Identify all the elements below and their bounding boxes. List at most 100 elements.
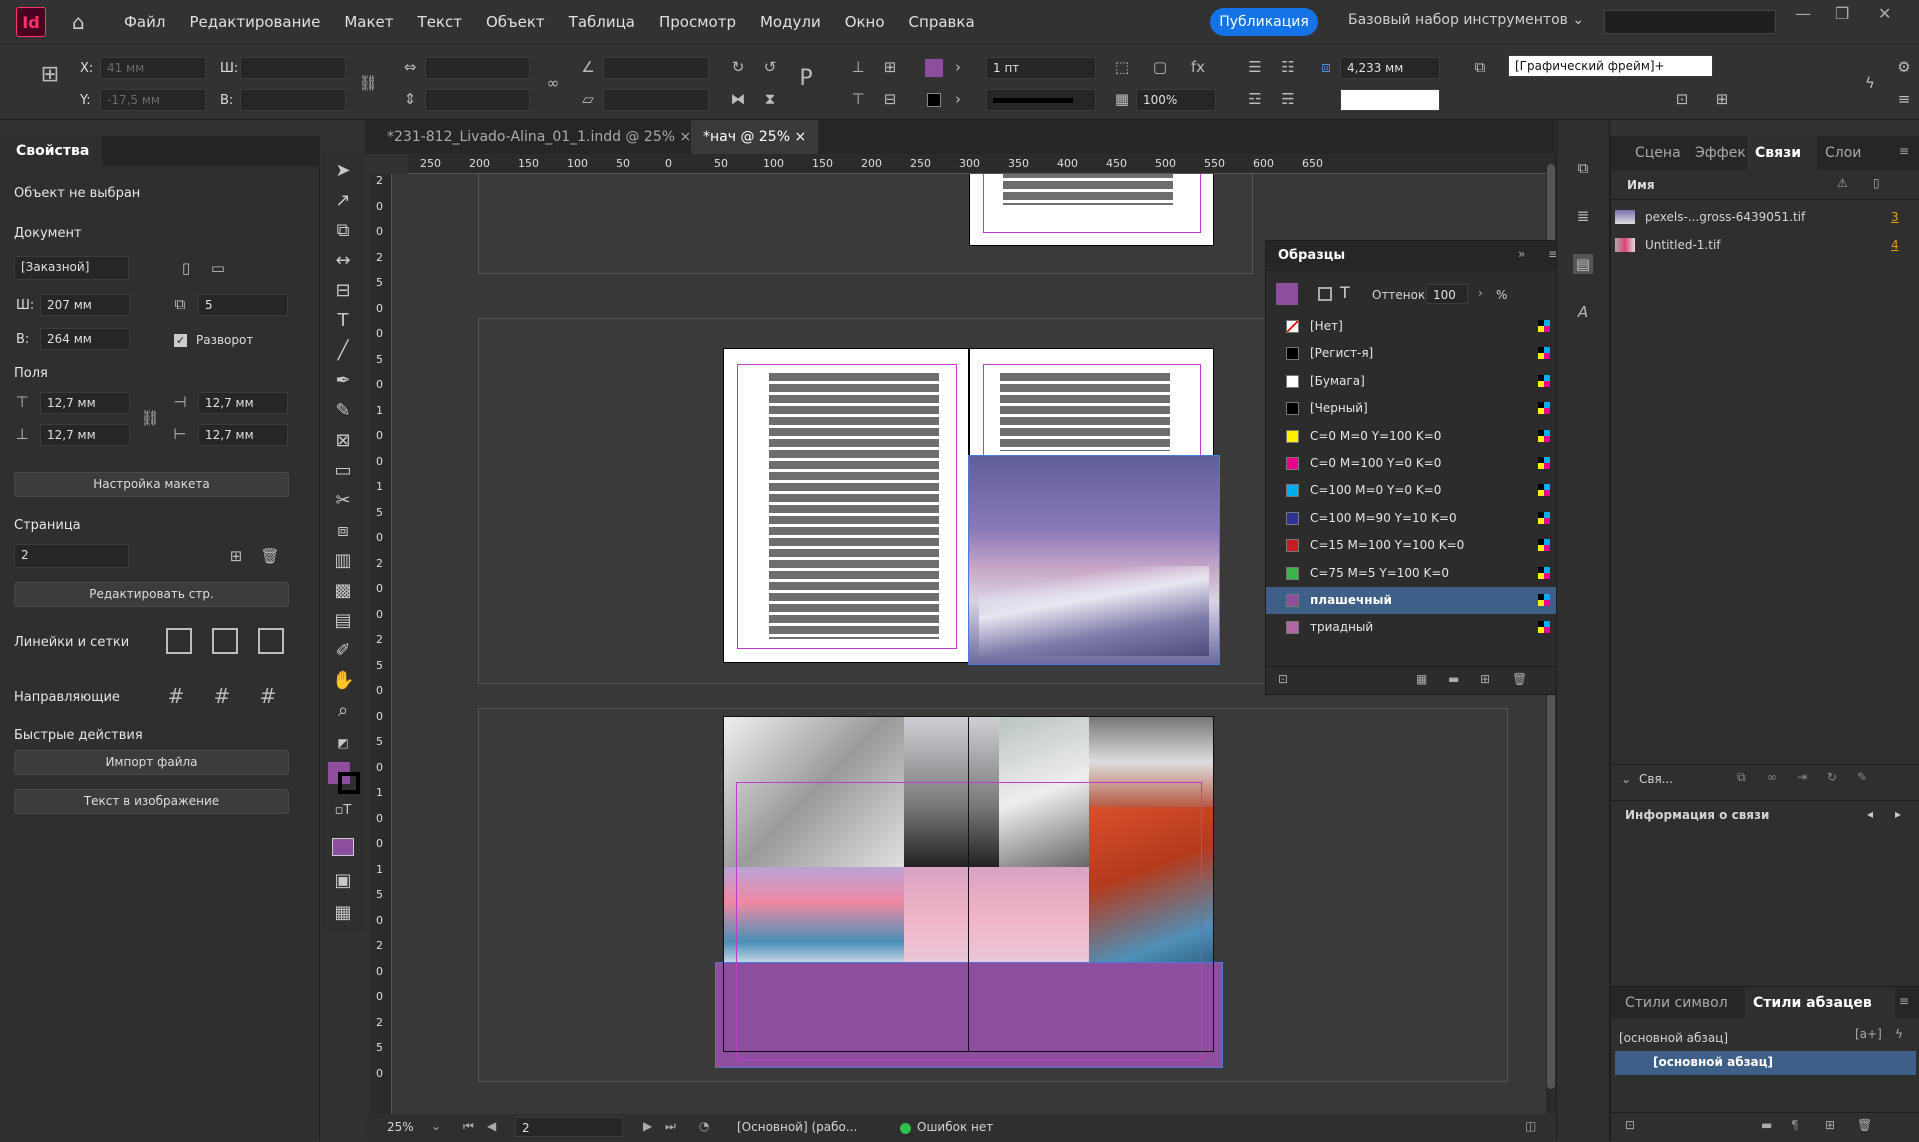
tab-effects[interactable]: Эффек (1695, 136, 1746, 170)
link-info-header[interactable]: Информация о связи ◂ ▸ (1611, 800, 1919, 830)
restore-icon[interactable]: ❐ (1835, 4, 1849, 23)
menu-item-9[interactable]: Справка (909, 13, 975, 31)
link-scale-icon[interactable]: ∞ (543, 73, 563, 93)
text-wrap-box-icon[interactable]: ☷ (1278, 57, 1298, 77)
text-mode-icon[interactable]: T (1340, 283, 1350, 302)
warning-column-icon[interactable]: ⚠ (1837, 176, 1848, 190)
close-icon[interactable]: × (794, 129, 806, 145)
paragraph-style-item[interactable]: [основной абзац] (1615, 1051, 1916, 1075)
horizontal-ruler[interactable]: 250 200 150 100 50 0 50 100 150 200 250 300 350 400 45… (408, 154, 1558, 174)
layers-panel-icon[interactable]: ≣ (1573, 206, 1593, 226)
vertical-ruler[interactable]: 2 0 0 2 5 0 0 5 0 1 0 0 1 5 0 2 0 0 2 5 0 0 5 0 1 0 0 1 5 0 2 0 0 2 5 0 (370, 174, 392, 1114)
pencil-tool-icon[interactable]: ✎ (332, 400, 354, 422)
menu-item-1[interactable]: Редактирование (189, 13, 320, 31)
pages-count-field[interactable]: 5 (198, 294, 288, 316)
container-mode-icon[interactable] (1318, 287, 1332, 301)
menu-item-6[interactable]: Просмотр (659, 13, 736, 31)
flip-v-icon[interactable]: ⧗ (760, 89, 780, 109)
landscape-orientation-icon[interactable]: ▭ (208, 258, 228, 278)
page-3[interactable] (968, 348, 1220, 665)
rulers-icon[interactable] (166, 628, 192, 654)
menu-item-4[interactable]: Объект (486, 13, 545, 31)
text-to-image-button[interactable]: Текст в изображение (14, 789, 289, 814)
preflight-profile[interactable]: [Основной] (рабо... (737, 1120, 857, 1134)
page-1[interactable] (969, 174, 1214, 246)
text-frame[interactable] (769, 373, 939, 639)
color-group-icon[interactable]: ▦ (1416, 672, 1427, 686)
gap-tool-icon[interactable]: ↔ (332, 250, 354, 272)
document-preset-select[interactable]: [Заказной] (14, 256, 129, 280)
screen-mode-icon[interactable]: ▣ (332, 870, 354, 892)
constrain-proportions-icon[interactable]: ⛓ (358, 73, 378, 93)
gradient-feather-tool-icon[interactable]: ▩ (332, 580, 354, 602)
load-styles-icon[interactable]: ⊡ (1625, 1118, 1635, 1132)
gradient-tool-icon[interactable]: ▥ (332, 550, 354, 572)
swatch-item[interactable]: C=100 M=90 Y=10 K=0 (1266, 505, 1564, 532)
prev-link-icon[interactable]: ◂ (1867, 807, 1873, 821)
swatch-item[interactable]: [Черный] (1266, 395, 1564, 422)
link-item[interactable]: pexels-...gross-6439051.tif 3 (1611, 204, 1919, 230)
go-to-link-icon[interactable]: ⇥ (1797, 770, 1807, 784)
link-page[interactable]: 4 (1891, 238, 1899, 252)
page-2[interactable] (723, 348, 969, 663)
links-menu-icon[interactable]: ≡ (1899, 144, 1909, 158)
delete-swatch-icon[interactable]: 🗑 (1512, 672, 1527, 686)
mountain-image-frame[interactable] (968, 455, 1220, 665)
relink-icon[interactable]: ∞ (1767, 770, 1777, 784)
close-icon[interactable]: × (680, 129, 692, 145)
clear-style-overrides-icon[interactable]: ¶ (1791, 1118, 1799, 1132)
tint-field[interactable]: 100 (1426, 284, 1468, 304)
spread-checkbox[interactable]: ✓ (174, 334, 187, 347)
margin-bottom-field[interactable]: 12,7 мм (40, 424, 130, 446)
delete-page-icon[interactable]: 🗑 (260, 546, 280, 566)
swatch-item[interactable]: C=15 M=100 Y=100 K=0 (1266, 532, 1564, 559)
link-item[interactable]: Untitled-1.tif 4 (1611, 232, 1919, 258)
stroke-swatch[interactable] (927, 93, 941, 107)
stroke-weight-field[interactable]: 1 пт (986, 57, 1096, 79)
stroke-menu-chevron-icon[interactable]: › (948, 89, 968, 109)
control-menu-icon[interactable]: ≡ (1894, 89, 1914, 109)
scale-y-icon[interactable]: ⇕ (400, 89, 420, 109)
rotate-cw-icon[interactable]: ↻ (728, 57, 748, 77)
rotate-icon[interactable]: ∠ (578, 57, 598, 77)
indesign-logo[interactable]: Id (16, 7, 46, 37)
update-link-icon[interactable]: ↻ (1827, 770, 1837, 784)
tab-character-styles[interactable]: Стили символ (1625, 987, 1728, 1019)
last-page-icon[interactable]: ⏭ (665, 1119, 676, 1134)
style-folder-icon[interactable]: ▬ (1761, 1118, 1772, 1132)
flip-h-icon[interactable]: ⧓ (728, 89, 748, 109)
shear-field[interactable] (603, 89, 709, 111)
document-grid-icon[interactable] (258, 628, 284, 654)
styles-menu-icon[interactable]: ≡ (1899, 994, 1909, 1008)
new-swatch-icon[interactable]: ⊞ (1480, 672, 1490, 686)
swatch-item[interactable]: C=75 M=5 Y=100 K=0 (1266, 560, 1564, 587)
type-tool-icon[interactable]: T (332, 310, 354, 332)
content-collector-icon[interactable]: ⊟ (332, 280, 354, 302)
text-wrap-icon[interactable]: ☰ (1245, 57, 1265, 77)
object-style-select[interactable]: [Графический фрейм]+ (1508, 55, 1713, 77)
publish-button[interactable]: Публикация (1210, 8, 1318, 36)
pen-tool-icon[interactable]: ✒ (332, 370, 354, 392)
split-view-icon[interactable]: ◫ (1525, 1119, 1536, 1133)
page-column-icon[interactable]: ▯ (1873, 176, 1880, 190)
new-style-icon[interactable]: ⊞ (1825, 1118, 1835, 1132)
page-number-field[interactable]: 2 (515, 1117, 623, 1137)
pages-panel-icon[interactable]: ⧉ (1573, 158, 1593, 178)
distribute-icon[interactable]: ⊞ (880, 57, 900, 77)
properties-tab[interactable]: Свойства (0, 136, 102, 166)
opacity-icon[interactable]: ▦ (1112, 89, 1132, 109)
tint-chevron-icon[interactable]: › (1478, 286, 1483, 300)
edit-page-button[interactable]: Редактировать стр. (14, 582, 289, 607)
formatting-container-icon[interactable]: ▫T (332, 800, 354, 822)
smart-guides-icon[interactable]: # (258, 686, 278, 706)
tab-document-2[interactable]: *нач @ 25% × (691, 120, 819, 154)
tab-document-1[interactable]: *231-812_Livado-Alina_01_1.indd @ 25% × (375, 120, 703, 154)
style-options-icon[interactable]: ⊞ (1712, 89, 1732, 109)
align-icon[interactable]: ⊥ (848, 57, 868, 77)
guides-show-icon[interactable]: # (166, 686, 186, 706)
page-select[interactable]: 2 (14, 544, 129, 568)
rectangle-frame-tool-icon[interactable]: ⊠ (332, 430, 354, 452)
menu-item-3[interactable]: Текст (418, 13, 462, 31)
glyphs-panel-icon[interactable]: A (1573, 302, 1593, 322)
quick-apply-icon[interactable]: ϟ (1895, 1027, 1903, 1041)
